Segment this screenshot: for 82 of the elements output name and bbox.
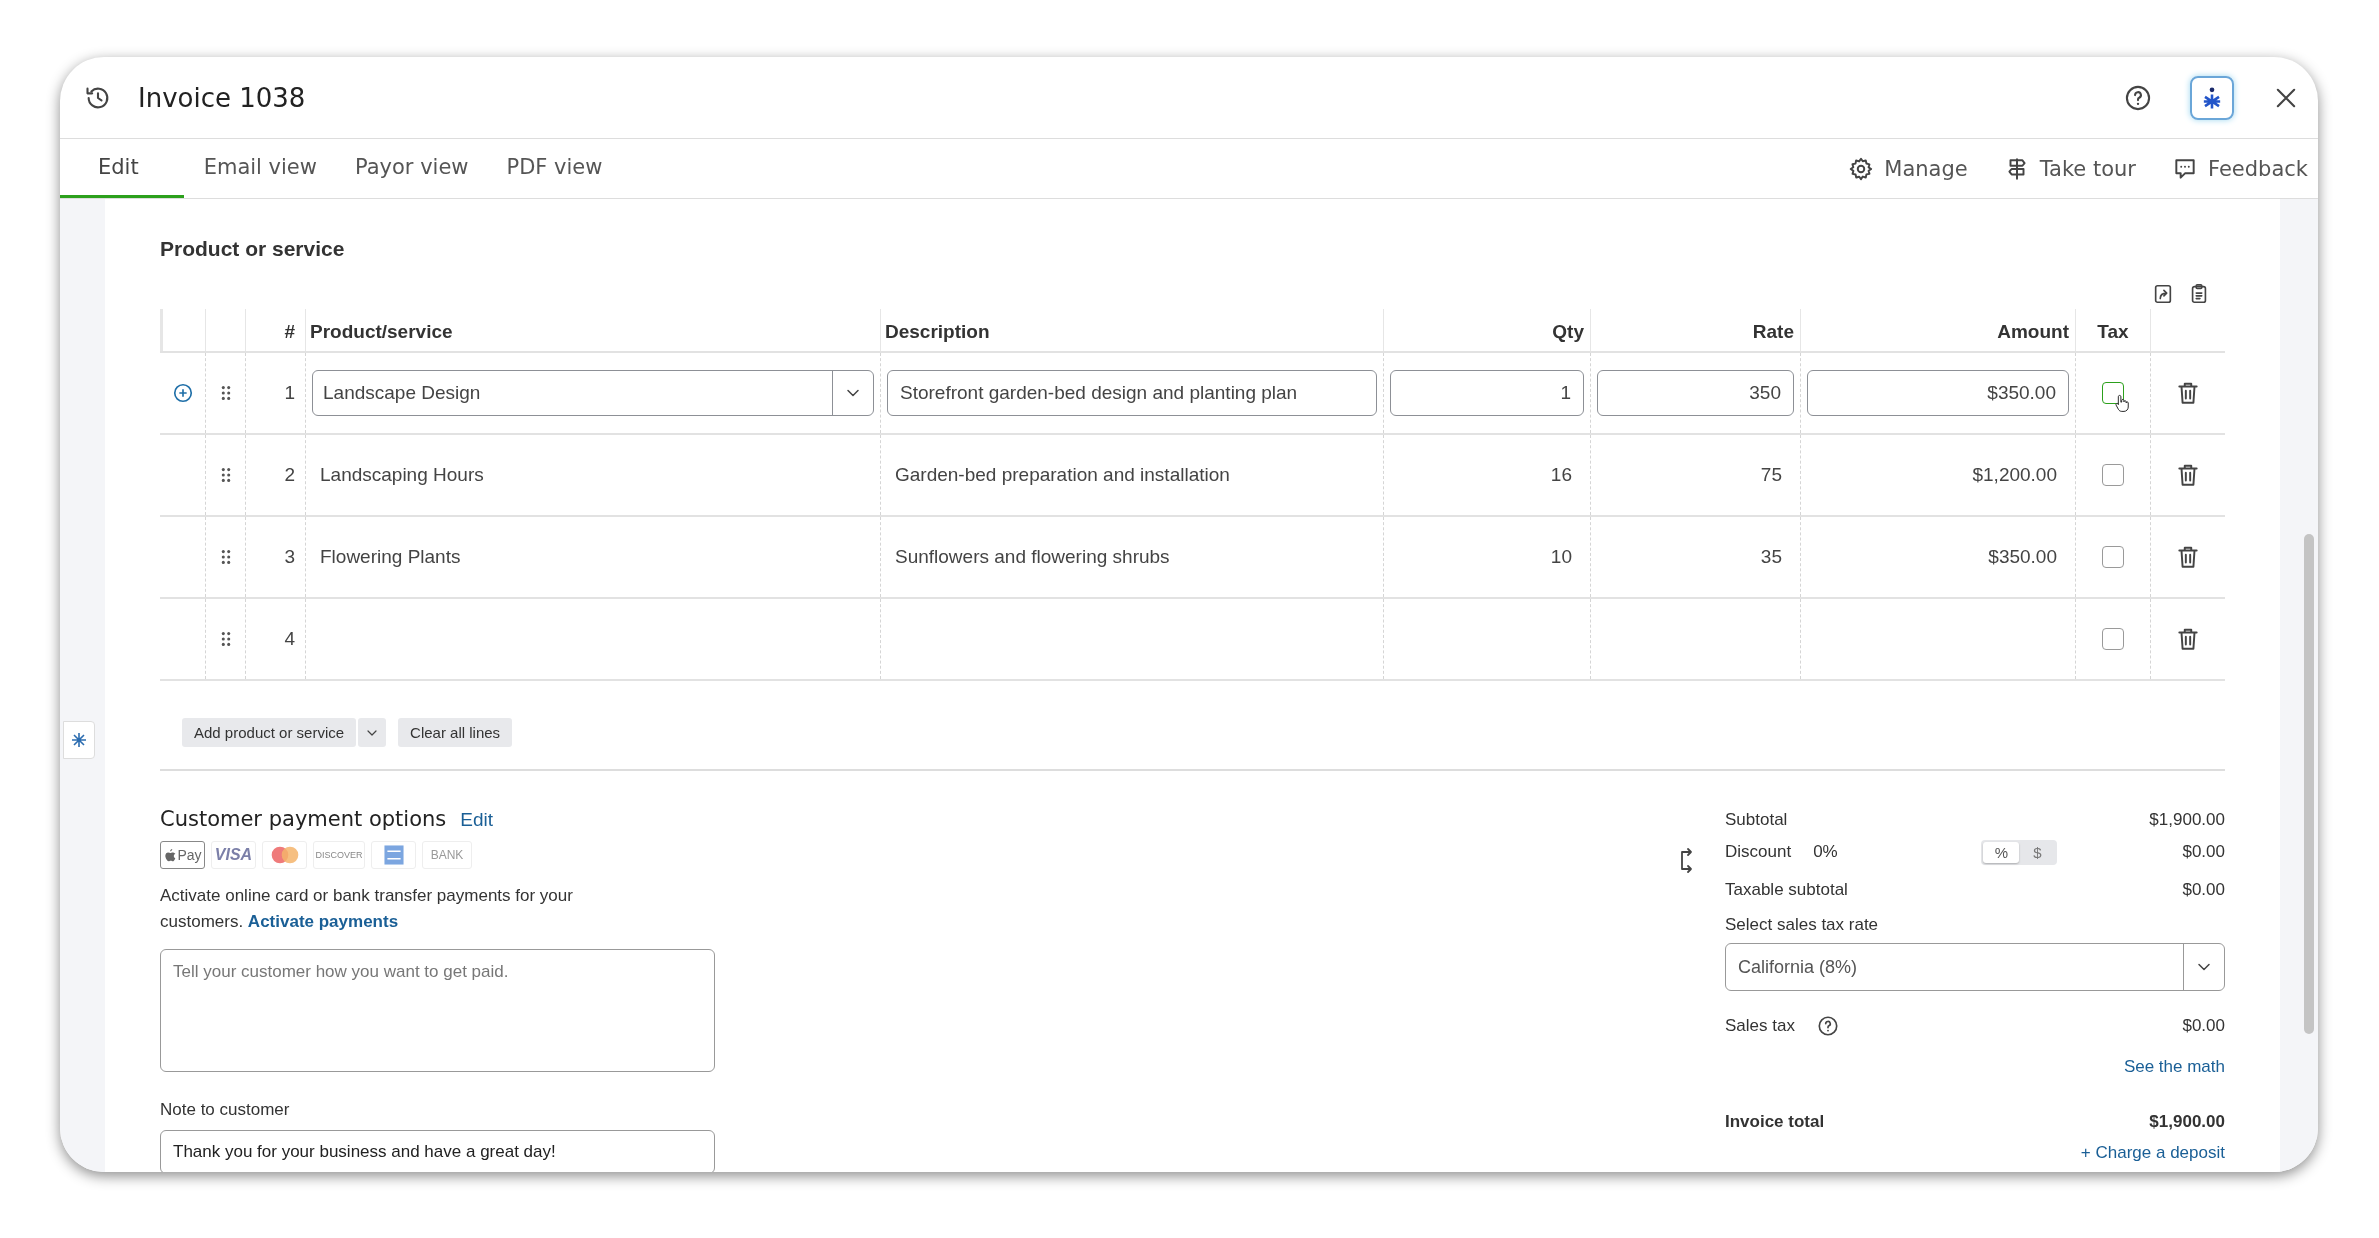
tax-checkbox[interactable] xyxy=(2102,546,2124,568)
sparkle-icon xyxy=(71,732,87,748)
payment-instructions-field[interactable]: Tell your customer how you want to get paid. xyxy=(160,949,715,1072)
tax-checkbox[interactable] xyxy=(2102,628,2124,650)
payment-method-logo: Pay xyxy=(160,841,205,869)
column-header: Tax xyxy=(2097,321,2129,343)
total-value: $1,900.00 xyxy=(2149,1112,2225,1132)
total-value: $0.00 xyxy=(2182,880,2225,900)
line-number: 1 xyxy=(284,382,295,404)
payment-method-logo: DISCOVER xyxy=(313,841,365,869)
product-field[interactable]: Landscape Design xyxy=(312,370,874,416)
toggle-option[interactable]: $ xyxy=(2019,841,2056,863)
table-cell-text: 16 xyxy=(1549,464,1573,486)
payment-method-logo: BANK xyxy=(422,841,472,869)
total-label: Invoice total xyxy=(1725,1112,1825,1132)
discount-value: 0% xyxy=(1813,842,1838,862)
add-line-button[interactable]: Add product or service xyxy=(182,718,357,747)
amount-field[interactable]: $350.00 xyxy=(1807,370,2069,416)
trash-icon[interactable] xyxy=(2175,380,2201,406)
table-cell-text: 75 xyxy=(1759,464,1783,486)
qty-field[interactable]: 1 xyxy=(1390,370,1584,416)
table-cell-text: Landscaping Hours xyxy=(319,464,485,486)
discount-type-toggle[interactable]: % $ xyxy=(1981,839,2058,865)
table-cell-text: $350.00 xyxy=(1987,546,2058,568)
assistant-button[interactable] xyxy=(2190,75,2234,120)
trash-icon[interactable] xyxy=(2175,626,2201,652)
total-label: Sales tax xyxy=(1725,1016,1795,1036)
total-label: Discount xyxy=(1725,842,1792,862)
window-title: Invoice 1038 xyxy=(138,82,306,113)
side-panel-tab[interactable] xyxy=(63,721,95,759)
table-cell-text: 35 xyxy=(1759,546,1783,568)
toolbar-button[interactable]: Feedback xyxy=(2172,155,2308,182)
table-cell-text: $1,200.00 xyxy=(1971,464,2058,486)
charge-deposit-link[interactable]: + Charge a deposit xyxy=(2080,1143,2225,1163)
table-cell-text: Sunflowers and flowering shrubs xyxy=(894,546,1171,568)
total-value: $0.00 xyxy=(2182,1016,2225,1036)
edit-link[interactable]: Edit xyxy=(460,809,493,831)
line-number: 2 xyxy=(284,464,295,486)
column-header: # xyxy=(284,321,295,343)
help-icon[interactable] xyxy=(1816,1015,1839,1037)
clear-lines-button[interactable]: Clear all lines xyxy=(398,718,513,747)
description-field[interactable]: Storefront garden-bed design and planting plan xyxy=(887,370,1377,416)
table-cell-text: Garden-bed preparation and installation xyxy=(894,464,1231,486)
gear-icon xyxy=(1848,155,1875,182)
toolbar-button[interactable]: Take tour xyxy=(2003,155,2136,182)
line-number: 3 xyxy=(284,546,295,568)
trash-icon[interactable] xyxy=(2175,462,2201,488)
column-header: Product/service xyxy=(310,321,453,343)
column-header: Qty xyxy=(1552,321,1584,343)
toggle-option[interactable]: % xyxy=(1983,841,2020,863)
total-value: $0.00 xyxy=(2182,842,2225,862)
activate-payments-link[interactable]: Activate payments xyxy=(247,912,399,931)
section-title: Customer payment options xyxy=(160,807,447,831)
total-value: $1,900.00 xyxy=(2149,810,2225,830)
export-icon[interactable] xyxy=(2152,283,2174,305)
help-icon[interactable] xyxy=(2124,83,2152,112)
table-cell-text: 10 xyxy=(1549,546,1573,568)
trash-icon[interactable] xyxy=(2175,544,2201,570)
payment-method-logo: VISA xyxy=(211,841,256,869)
column-header: Amount xyxy=(1997,321,2069,343)
tab[interactable]: Email view xyxy=(185,139,335,198)
field-label: Select sales tax rate xyxy=(1725,915,1880,935)
total-label: Taxable subtotal xyxy=(1725,880,1848,900)
total-label: Subtotal xyxy=(1725,810,1788,830)
card-icon xyxy=(382,844,405,866)
scrollbar[interactable] xyxy=(2304,534,2314,1034)
rate-field[interactable]: 350 xyxy=(1597,370,1794,416)
table-cell-text: Flowering Plants xyxy=(319,546,462,568)
tax-checkbox[interactable] xyxy=(2102,464,2124,486)
tab[interactable]: Payor view xyxy=(336,139,487,198)
apple-icon xyxy=(163,847,177,863)
section-title: Product or service xyxy=(160,237,346,261)
column-header: Description xyxy=(885,321,990,343)
line-number: 4 xyxy=(284,628,295,650)
column-header: Rate xyxy=(1752,321,1794,343)
toolbar-button[interactable]: Manage xyxy=(1848,155,1968,182)
see-math-link[interactable]: See the math xyxy=(2123,1057,2225,1077)
payment-message: Activate online card or bank transfer payments for your customers. Activate payments xyxy=(160,885,574,933)
note-field[interactable]: Thank you for your business and have a great day! xyxy=(160,1130,715,1172)
tab[interactable]: PDF view xyxy=(488,139,621,198)
field-label: Note to customer xyxy=(160,1100,291,1120)
tax-rate-dropdown[interactable]: California (8%) xyxy=(1725,943,2225,991)
